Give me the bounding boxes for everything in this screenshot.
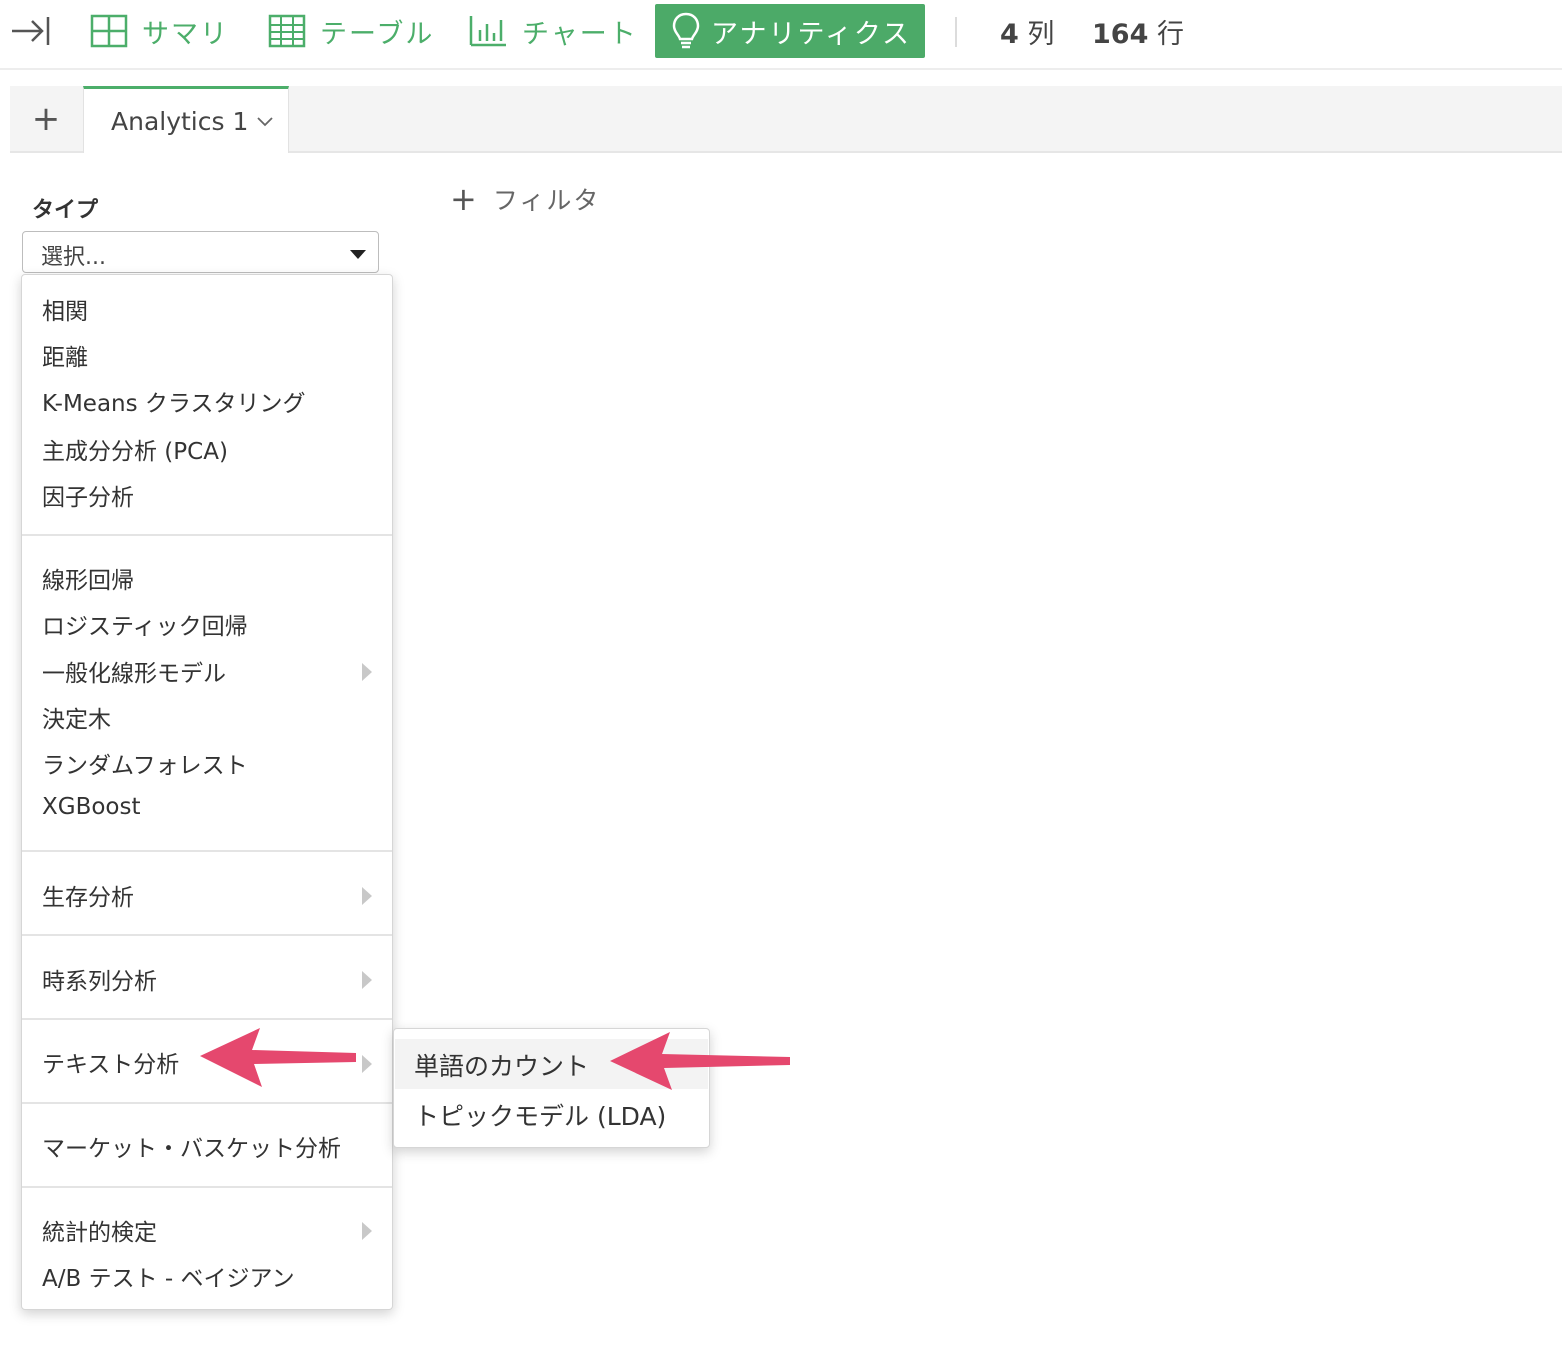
submenu-arrow-icon <box>362 971 372 989</box>
type-select-value: 選択... <box>41 245 106 270</box>
add-tab-button[interactable]: + <box>10 86 82 151</box>
summary-grid-icon <box>90 14 128 48</box>
tab-label: Analytics 1 <box>111 106 249 136</box>
submenu-arrow-icon <box>362 663 372 681</box>
table-icon <box>268 14 306 48</box>
submenu-arrow-icon <box>362 887 372 905</box>
nav-summary-button[interactable]: サマリ <box>90 4 229 58</box>
nav-analytics-label: アナリティクス <box>711 18 912 50</box>
add-filter-label: フィルタ <box>492 186 601 215</box>
collapse-sidebar-icon[interactable] <box>10 13 50 49</box>
menu-item-text-analysis[interactable]: テキスト分析 <box>42 1045 179 1079</box>
nav-analytics-button[interactable]: アナリティクス <box>655 4 925 58</box>
column-count-value: 4 <box>1000 19 1019 50</box>
analytics-tab-bar: + Analytics 1 <box>10 86 1562 153</box>
menu-divider <box>22 1018 392 1020</box>
menu-item-xgboost[interactable]: XGBoost <box>42 794 141 820</box>
type-select[interactable]: 選択... <box>22 231 379 273</box>
text-analysis-submenu: 単語のカウント トピックモデル (LDA) <box>393 1028 710 1148</box>
column-count-unit: 列 <box>1027 19 1055 50</box>
menu-item-correlation[interactable]: 相関 <box>42 292 88 326</box>
submenu-item-topic-model[interactable]: トピックモデル (LDA) <box>414 1097 666 1133</box>
menu-item-logistic-regression[interactable]: ロジスティック回帰 <box>42 607 248 641</box>
menu-item-random-forest[interactable]: ランダムフォレスト <box>42 746 248 780</box>
row-count-value: 164 <box>1092 19 1149 50</box>
menu-item-linear-regression[interactable]: 線形回帰 <box>42 561 134 595</box>
menu-item-survival-analysis[interactable]: 生存分析 <box>42 878 134 912</box>
row-count: 164 行 <box>1092 12 1184 51</box>
submenu-arrow-icon <box>362 1222 372 1240</box>
add-filter-button[interactable]: + フィルタ <box>450 180 600 218</box>
row-count-unit: 行 <box>1156 19 1184 50</box>
menu-divider <box>22 1102 392 1104</box>
nav-chart-button[interactable]: チャート <box>468 4 638 58</box>
tab-analytics-1[interactable]: Analytics 1 <box>83 86 289 153</box>
nav-chart-label: チャート <box>522 18 638 50</box>
menu-item-glm[interactable]: 一般化線形モデル <box>42 654 226 688</box>
menu-item-market-basket[interactable]: マーケット・バスケット分析 <box>42 1129 341 1163</box>
menu-item-factor-analysis[interactable]: 因子分析 <box>42 478 134 512</box>
caret-down-icon <box>350 250 366 259</box>
plus-icon: + <box>450 180 479 218</box>
type-label: タイプ <box>32 198 99 223</box>
nav-table-label: テーブル <box>320 18 435 50</box>
type-dropdown-menu: 相関 距離 K-Means クラスタリング 主成分分析 (PCA) 因子分析 線… <box>21 274 393 1310</box>
nav-table-button[interactable]: テーブル <box>268 4 434 58</box>
menu-item-pca[interactable]: 主成分分析 (PCA) <box>42 432 228 466</box>
toolbar-divider <box>955 17 957 47</box>
menu-item-decision-tree[interactable]: 決定木 <box>42 700 111 734</box>
menu-divider <box>22 534 392 536</box>
menu-divider <box>22 934 392 936</box>
bar-chart-icon <box>469 16 506 47</box>
menu-item-kmeans[interactable]: K-Means クラスタリング <box>42 384 305 418</box>
menu-item-time-series[interactable]: 時系列分析 <box>42 962 157 996</box>
submenu-item-word-count[interactable]: 単語のカウント <box>414 1047 589 1083</box>
top-toolbar: サマリ テーブル チャート アナリティクス 4 列 164 行 <box>0 0 1562 70</box>
menu-divider <box>22 850 392 852</box>
menu-item-ab-test-bayesian[interactable]: A/B テスト - ベイジアン <box>42 1259 295 1293</box>
column-count: 4 列 <box>1000 12 1054 51</box>
submenu-arrow-icon <box>362 1055 372 1073</box>
menu-divider <box>22 1186 392 1188</box>
chevron-down-icon[interactable] <box>256 115 274 127</box>
lightbulb-icon <box>672 12 700 49</box>
nav-summary-label: サマリ <box>142 18 229 50</box>
menu-item-distance[interactable]: 距離 <box>42 338 88 372</box>
menu-item-statistical-test[interactable]: 統計的検定 <box>42 1213 157 1247</box>
